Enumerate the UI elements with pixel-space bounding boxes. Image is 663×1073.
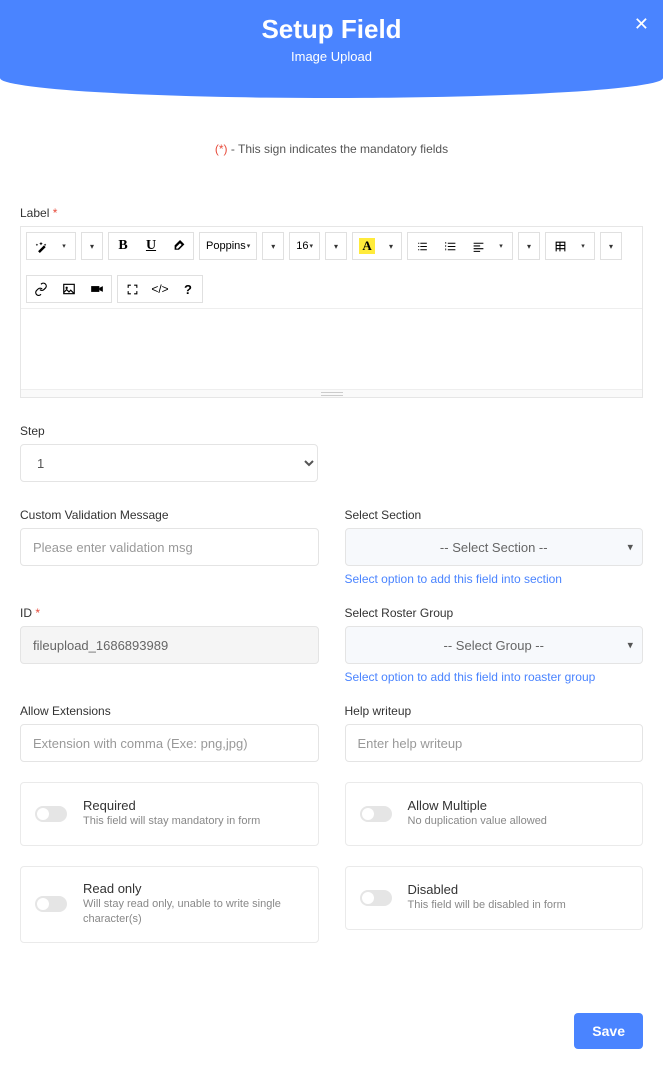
- editor-toolbar: ▾ ▾ B U Poppins ▾ ▾ 16 ▾ ▾: [21, 227, 642, 309]
- eraser-icon[interactable]: [165, 233, 193, 259]
- style-dropdown-caret[interactable]: ▾: [82, 233, 102, 259]
- fullscreen-icon[interactable]: [118, 276, 146, 302]
- dialog-subtitle: Image Upload: [0, 49, 663, 64]
- mandatory-marker: (*): [215, 142, 228, 156]
- font-size-caret[interactable]: ▾: [326, 233, 346, 259]
- magic-wand-icon[interactable]: [27, 233, 55, 259]
- ol-icon[interactable]: [436, 233, 464, 259]
- mandatory-hint: (*) - This sign indicates the mandatory …: [20, 142, 643, 156]
- allow-extensions-input[interactable]: [20, 724, 319, 762]
- readonly-label: Read only: [83, 881, 304, 896]
- paragraph-caret[interactable]: ▾: [519, 233, 539, 259]
- id-input[interactable]: [20, 626, 319, 664]
- editor-body[interactable]: [21, 309, 642, 389]
- disabled-toggle-card: Disabled This field will be disabled in …: [345, 866, 644, 930]
- dialog-title: Setup Field: [0, 14, 663, 45]
- resize-handle[interactable]: [21, 389, 642, 397]
- align-caret[interactable]: ▾: [492, 233, 512, 259]
- rich-text-editor: ▾ ▾ B U Poppins ▾ ▾ 16 ▾ ▾: [20, 226, 643, 398]
- label-field-label: Label *: [20, 206, 643, 220]
- close-icon[interactable]: ✕: [634, 14, 649, 35]
- select-roster-dropdown[interactable]: -- Select Group --: [345, 626, 644, 664]
- allow-extensions-label: Allow Extensions: [20, 704, 319, 718]
- readonly-toggle-card: Read only Will stay read only, unable to…: [20, 866, 319, 943]
- image-icon[interactable]: [55, 276, 83, 302]
- custom-validation-label: Custom Validation Message: [20, 508, 319, 522]
- allow-multiple-desc: No duplication value allowed: [408, 814, 547, 829]
- select-section-label: Select Section: [345, 508, 644, 522]
- font-size-dropdown[interactable]: 16 ▾: [290, 233, 319, 259]
- required-label: Required: [83, 798, 260, 813]
- table-icon[interactable]: [546, 233, 574, 259]
- ul-icon[interactable]: [408, 233, 436, 259]
- select-section-dropdown[interactable]: -- Select Section --: [345, 528, 644, 566]
- custom-validation-input[interactable]: [20, 528, 319, 566]
- help-icon[interactable]: ?: [174, 276, 202, 302]
- select-roster-label: Select Roster Group: [345, 606, 644, 620]
- readonly-desc: Will stay read only, unable to write sin…: [83, 897, 304, 928]
- font-color-caret[interactable]: ▾: [381, 233, 401, 259]
- video-icon[interactable]: [83, 276, 111, 302]
- allow-multiple-toggle-card: Allow Multiple No duplication value allo…: [345, 782, 644, 846]
- underline-button[interactable]: U: [137, 233, 165, 259]
- disabled-toggle[interactable]: [360, 890, 392, 906]
- select-section-helper: Select option to add this field into sec…: [345, 572, 644, 586]
- mandatory-text: - This sign indicates the mandatory fiel…: [228, 142, 449, 156]
- required-toggle[interactable]: [35, 806, 67, 822]
- id-label: ID *: [20, 606, 319, 620]
- align-icon[interactable]: [464, 233, 492, 259]
- required-desc: This field will stay mandatory in form: [83, 814, 260, 829]
- help-writeup-label: Help writeup: [345, 704, 644, 718]
- bold-button[interactable]: B: [109, 233, 137, 259]
- disabled-label: Disabled: [408, 882, 566, 897]
- font-family-caret[interactable]: ▾: [263, 233, 283, 259]
- step-select[interactable]: 1: [20, 444, 318, 482]
- code-view-icon[interactable]: </>: [146, 276, 174, 302]
- disabled-desc: This field will be disabled in form: [408, 898, 566, 913]
- dialog-header: Setup Field Image Upload ✕: [0, 0, 663, 98]
- save-button[interactable]: Save: [574, 1013, 643, 1049]
- magic-dropdown[interactable]: ▾: [55, 233, 75, 259]
- allow-multiple-toggle[interactable]: [360, 806, 392, 822]
- select-roster-helper: Select option to add this field into roa…: [345, 670, 644, 684]
- table-caret[interactable]: ▾: [574, 233, 594, 259]
- link-icon[interactable]: [27, 276, 55, 302]
- readonly-toggle[interactable]: [35, 896, 67, 912]
- step-label: Step: [20, 424, 318, 438]
- help-writeup-input[interactable]: [345, 724, 644, 762]
- font-color-button[interactable]: A: [353, 233, 381, 259]
- extra-caret[interactable]: ▾: [601, 233, 621, 259]
- required-toggle-card: Required This field will stay mandatory …: [20, 782, 319, 846]
- font-family-dropdown[interactable]: Poppins ▾: [200, 233, 256, 259]
- allow-multiple-label: Allow Multiple: [408, 798, 547, 813]
